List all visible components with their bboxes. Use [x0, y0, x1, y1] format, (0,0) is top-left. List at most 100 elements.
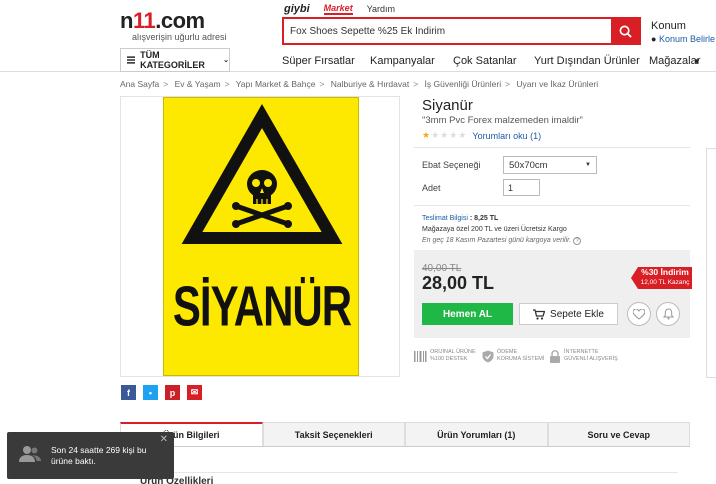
price-box: 40,00 TL 28,00 TL %30 İndirim 12,00 TL K… — [414, 250, 692, 338]
info-icon[interactable]: ? — [573, 237, 582, 245]
breadcrumb-item[interactable]: Uyarı ve İkaz Ürünleri — [516, 79, 598, 89]
add-to-cart-label: Sepete Ekle — [550, 308, 604, 320]
toast-message: Son 24 saatte 269 kişi bu ürüne baktı. — [51, 445, 147, 466]
tab-qa[interactable]: Soru ve Cevap — [547, 422, 690, 446]
variant-value: 50x70cm — [509, 159, 548, 171]
nav-item-campaigns[interactable]: Kampanyalar — [370, 55, 435, 67]
close-icon[interactable]: ✕ — [160, 434, 168, 445]
shipping-cost: : 8,25 TL — [469, 215, 499, 222]
pinterest-share-button[interactable]: p — [165, 385, 180, 400]
top-link-market[interactable]: Market — [323, 3, 353, 15]
logo-slogan: alışverişin uğurlu adresi — [132, 32, 227, 42]
shipping-date: En geç 18 Kasım Pazartesi günü kargoya v… — [422, 237, 572, 244]
add-to-cart-button[interactable]: Sepete Ekle — [519, 303, 618, 325]
search-input[interactable] — [284, 19, 611, 43]
tab-reviews[interactable]: Ürün Yorumları (1) — [405, 422, 548, 446]
tab-installments[interactable]: Taksit Seçenekleri — [262, 422, 405, 446]
discount-badge: %30 İndirim 12,00 TL Kazanç — [631, 267, 692, 289]
product-subtitle: "3mm Pvc Forex malzemeden imaldir" — [422, 115, 583, 126]
shipping-info-link[interactable]: Teslimat Bilgisi — [422, 215, 468, 222]
product-image-frame[interactable]: SİYANÜR — [120, 96, 400, 377]
top-link-help[interactable]: Yardım — [367, 4, 395, 14]
nav-item-international[interactable]: Yurt Dışından Ürünler — [534, 55, 640, 67]
notify-button[interactable] — [656, 302, 680, 326]
trust-badge-line: ORİJİNAL ÜRÜNE — [430, 349, 476, 355]
poison-warning-icon — [181, 103, 343, 244]
breadcrumb: Ana Sayfa > Ev & Yaşam > Yapı Market & Bah… — [120, 79, 598, 89]
cart-icon — [533, 308, 546, 320]
chevron-down-icon: ⌄ — [223, 57, 229, 64]
nav-item-bestsellers[interactable]: Çok Satanlar — [453, 55, 517, 67]
search-icon — [619, 25, 632, 38]
location-link[interactable]: Konum Belirle — [659, 34, 715, 44]
divider — [414, 147, 690, 148]
product-image-text: SİYANÜR — [172, 274, 352, 338]
shipping-info: Teslimat Bilgisi : 8,25 TL Mağazaya özel… — [422, 213, 582, 246]
trust-badge-payment: ÖDEME KORUMA SİSTEMİ — [482, 349, 544, 363]
variant-label: Ebat Seçeneği — [422, 160, 481, 170]
menu-icon — [127, 56, 136, 64]
reviews-link[interactable]: Yorumları oku (1) — [472, 131, 541, 141]
logo[interactable]: n11.com alışverişin uğurlu adresi — [120, 8, 227, 42]
breadcrumb-item[interactable]: Ana Sayfa — [120, 79, 159, 89]
trust-badge-line: %100 DESTEK — [430, 356, 468, 362]
all-categories-button[interactable]: TÜM KATEGORİLER ⌄ — [120, 48, 230, 72]
caret-down-icon: ▼ — [585, 162, 591, 168]
trust-badge-secure: İNTERNETTE GÜVENLİ ALIŞVERİŞ — [549, 349, 618, 363]
twitter-icon: • — [148, 387, 153, 398]
trust-badge-line: GÜVENLİ ALIŞVERİŞ — [564, 356, 618, 362]
product-image: SİYANÜR — [163, 97, 359, 376]
product-title: Siyanür — [422, 97, 473, 114]
divider — [414, 205, 690, 206]
search-bar — [282, 17, 641, 45]
free-shipping-text: Mağazaya özel 200 TL ve üzeri Ücretsiz K… — [422, 226, 567, 233]
pinterest-icon: p — [169, 387, 176, 398]
caret-down-icon: ▼ — [693, 57, 701, 66]
users-icon — [19, 446, 41, 462]
barcode-icon — [414, 350, 427, 362]
bell-icon — [662, 308, 674, 320]
location-title: Konum — [651, 20, 686, 32]
facebook-icon: f — [127, 387, 130, 398]
shield-icon — [482, 350, 494, 362]
breadcrumb-item[interactable]: Yapı Market & Bahçe — [236, 79, 316, 89]
trust-badge-original: ORİJİNAL ÜRÜNE %100 DESTEK — [414, 349, 476, 363]
breadcrumb-item[interactable]: Ev & Yaşam — [175, 79, 221, 89]
buy-now-button[interactable]: Hemen AL — [422, 303, 513, 325]
star-icon: ★ — [422, 130, 431, 140]
star-icon: ★ — [458, 130, 467, 140]
location-pin-icon: ● — [651, 34, 657, 44]
quantity-label: Adet — [422, 183, 441, 193]
quantity-input[interactable]: 1 — [503, 179, 540, 196]
location-widget[interactable]: Konum ● Konum Belirle — [651, 20, 715, 44]
trust-badge-line: ÖDEME — [497, 349, 518, 355]
product-rating: ★ ★ ★ ★ ★ Yorumları oku (1) — [422, 130, 541, 141]
search-button[interactable] — [611, 19, 639, 43]
product-tabs: Ürün Bilgileri Taksit Seçenekleri Ürün Y… — [120, 422, 690, 447]
star-icon: ★ — [449, 130, 458, 140]
facebook-share-button[interactable]: f — [121, 385, 136, 400]
breadcrumb-separator: > — [505, 79, 511, 89]
divider — [120, 472, 678, 473]
current-price: 28,00 TL — [422, 273, 495, 293]
email-icon: ✉ — [190, 387, 199, 397]
variant-select[interactable]: 50x70cm ▼ — [503, 156, 597, 174]
main-nav: TÜM KATEGORİLER ⌄ Süper Fırsatlar Kampan… — [0, 48, 716, 72]
trust-badge-line: İNTERNETTE — [564, 349, 599, 355]
breadcrumb-separator: > — [163, 79, 169, 89]
breadcrumb-item[interactable]: Nalburiye & Hırdavat — [331, 79, 409, 89]
email-share-button[interactable]: ✉ — [187, 385, 202, 400]
breadcrumb-separator: > — [413, 79, 419, 89]
trust-badge-line: KORUMA SİSTEMİ — [497, 356, 545, 362]
twitter-share-button[interactable]: • — [143, 385, 158, 400]
side-panel-edge — [706, 148, 716, 378]
top-links: giybi Market Yardım — [284, 3, 395, 15]
discount-percent: %30 İndirim — [641, 267, 689, 277]
breadcrumb-item[interactable]: İş Güvenliği Ürünleri — [425, 79, 502, 89]
favorite-button[interactable] — [627, 302, 651, 326]
lock-icon — [550, 349, 560, 363]
top-link-giybi[interactable]: giybi — [284, 3, 310, 15]
discount-savings: 12,00 TL Kazanç — [640, 279, 690, 286]
nav-item-super-deals[interactable]: Süper Fırsatlar — [282, 55, 355, 67]
star-icon: ★ — [431, 130, 440, 140]
